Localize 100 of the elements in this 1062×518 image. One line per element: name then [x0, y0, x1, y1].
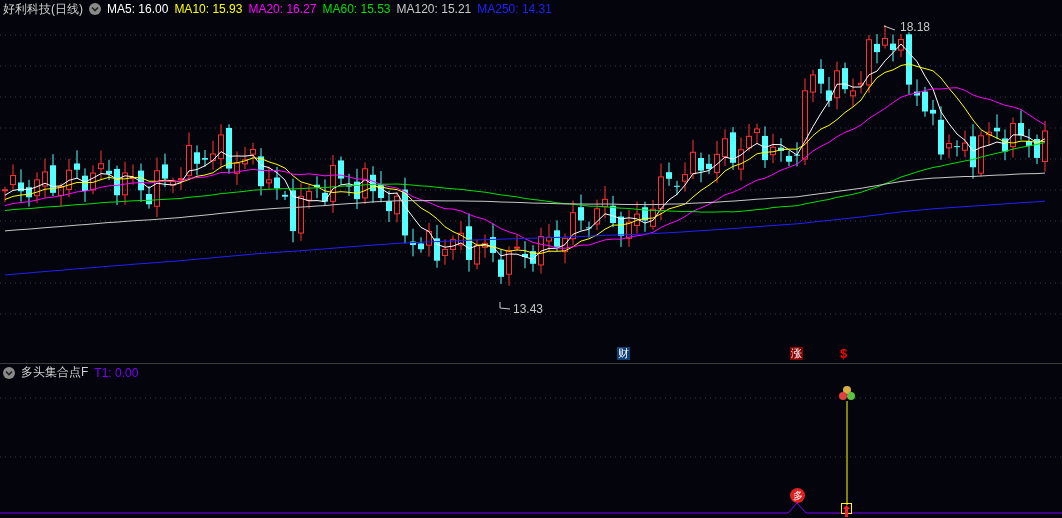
candlestick: [66, 158, 72, 198]
candlestick: [50, 153, 56, 197]
candlestick: [474, 239, 480, 270]
candlestick: [234, 150, 240, 186]
candlestick: [546, 223, 552, 253]
candlestick: [762, 125, 768, 169]
candlestick: [682, 161, 688, 193]
candlestick: [866, 34, 872, 94]
signal-badge: 多: [790, 488, 805, 503]
candlestick: [354, 168, 360, 210]
dropdown-icon[interactable]: [3, 366, 15, 379]
moving-average-value: MA20: 16.27: [248, 2, 317, 16]
candlestick: [754, 123, 760, 145]
candlestick: [314, 175, 320, 199]
candlestick: [898, 33, 904, 58]
candlestick: [946, 134, 952, 159]
candlestick: [130, 163, 136, 186]
candlestick: [890, 33, 896, 62]
candlestick: [98, 150, 104, 181]
candlestick: [746, 123, 752, 152]
candlestick: [1042, 120, 1048, 172]
candlestick: [714, 140, 720, 184]
candlestick: [722, 128, 728, 167]
candlestick: [538, 227, 544, 275]
candlestick: [466, 213, 472, 273]
candlestick: [778, 137, 784, 163]
candlestick: [626, 209, 632, 248]
moving-average-value: MA120: 15.21: [396, 2, 472, 16]
candlestick: [450, 234, 456, 261]
candlestick: [226, 123, 232, 175]
candlestick: [290, 178, 296, 243]
candlestick: [482, 234, 488, 259]
candlestick: [434, 224, 440, 269]
candlestick: [402, 177, 408, 244]
candlestick: [330, 154, 336, 214]
event-badge[interactable]: 财: [617, 347, 630, 360]
candlestick: [1018, 109, 1024, 141]
candlestick: [90, 164, 96, 195]
candlestick: [794, 141, 800, 167]
candlestick: [586, 221, 592, 239]
candlestick: [202, 149, 208, 168]
candlestick: [818, 58, 824, 95]
candlestick: [154, 156, 160, 218]
event-marker[interactable]: $: [840, 346, 848, 361]
candlestick: [730, 126, 736, 171]
candlestick: [834, 61, 840, 110]
arrow-icon: [841, 503, 852, 517]
candlestick: [618, 211, 624, 248]
candlestick: [338, 155, 344, 186]
candlestick: [570, 200, 576, 246]
dropdown-icon[interactable]: [89, 3, 101, 15]
candlestick: [178, 166, 184, 191]
candlestick: [650, 199, 656, 231]
candlestick: [938, 105, 944, 161]
candlestick: [378, 170, 384, 203]
candlestick: [210, 140, 216, 171]
indicator-value: T1: 0.00: [94, 365, 139, 380]
leader-line: [883, 25, 896, 31]
low-price-label: 13.43: [513, 302, 544, 316]
candlestick: [602, 185, 608, 219]
leader-line: [499, 301, 511, 310]
candlestick: [146, 185, 152, 210]
candlestick: [874, 33, 880, 64]
candlestick: [42, 158, 48, 198]
candlestick: [370, 165, 376, 204]
moving-average-value: MA5: 16.00: [107, 2, 169, 16]
candlestick: [170, 177, 176, 194]
candlestick: [594, 199, 600, 231]
candlestick: [82, 167, 88, 203]
candlestick: [442, 238, 448, 266]
candlestick: [562, 233, 568, 264]
candlestick: [498, 248, 504, 285]
candlestick: [250, 142, 256, 166]
candlestick: [1034, 134, 1040, 165]
candlestick: [306, 184, 312, 210]
candlestick: [426, 222, 432, 258]
candlestick: [786, 150, 792, 167]
candlestick: [922, 86, 928, 118]
indicator-title: 多头集合点F: [21, 364, 89, 381]
candlestick: [74, 149, 80, 179]
candlestick: [578, 194, 584, 231]
candlestick: [674, 180, 680, 196]
candlestick: [882, 24, 888, 50]
candlestick: [930, 99, 936, 126]
candlestick: [418, 236, 424, 254]
moving-average-value: MA10: 15.93: [174, 2, 243, 16]
candlestick: [690, 139, 696, 180]
candlestick: [10, 163, 16, 191]
candlestick: [970, 123, 976, 180]
candlestick: [186, 131, 192, 180]
balls-icon: [839, 386, 855, 400]
candlestick: [34, 171, 40, 204]
moving-average-value: MA60: 15.53: [322, 2, 391, 16]
candlestick: [522, 240, 528, 269]
event-badge[interactable]: 涨: [790, 347, 803, 360]
candlestick: [298, 182, 304, 242]
candlestick: [1010, 116, 1016, 159]
candlestick: [666, 162, 672, 187]
candlestick: [986, 121, 992, 147]
candlestick: [738, 136, 744, 182]
